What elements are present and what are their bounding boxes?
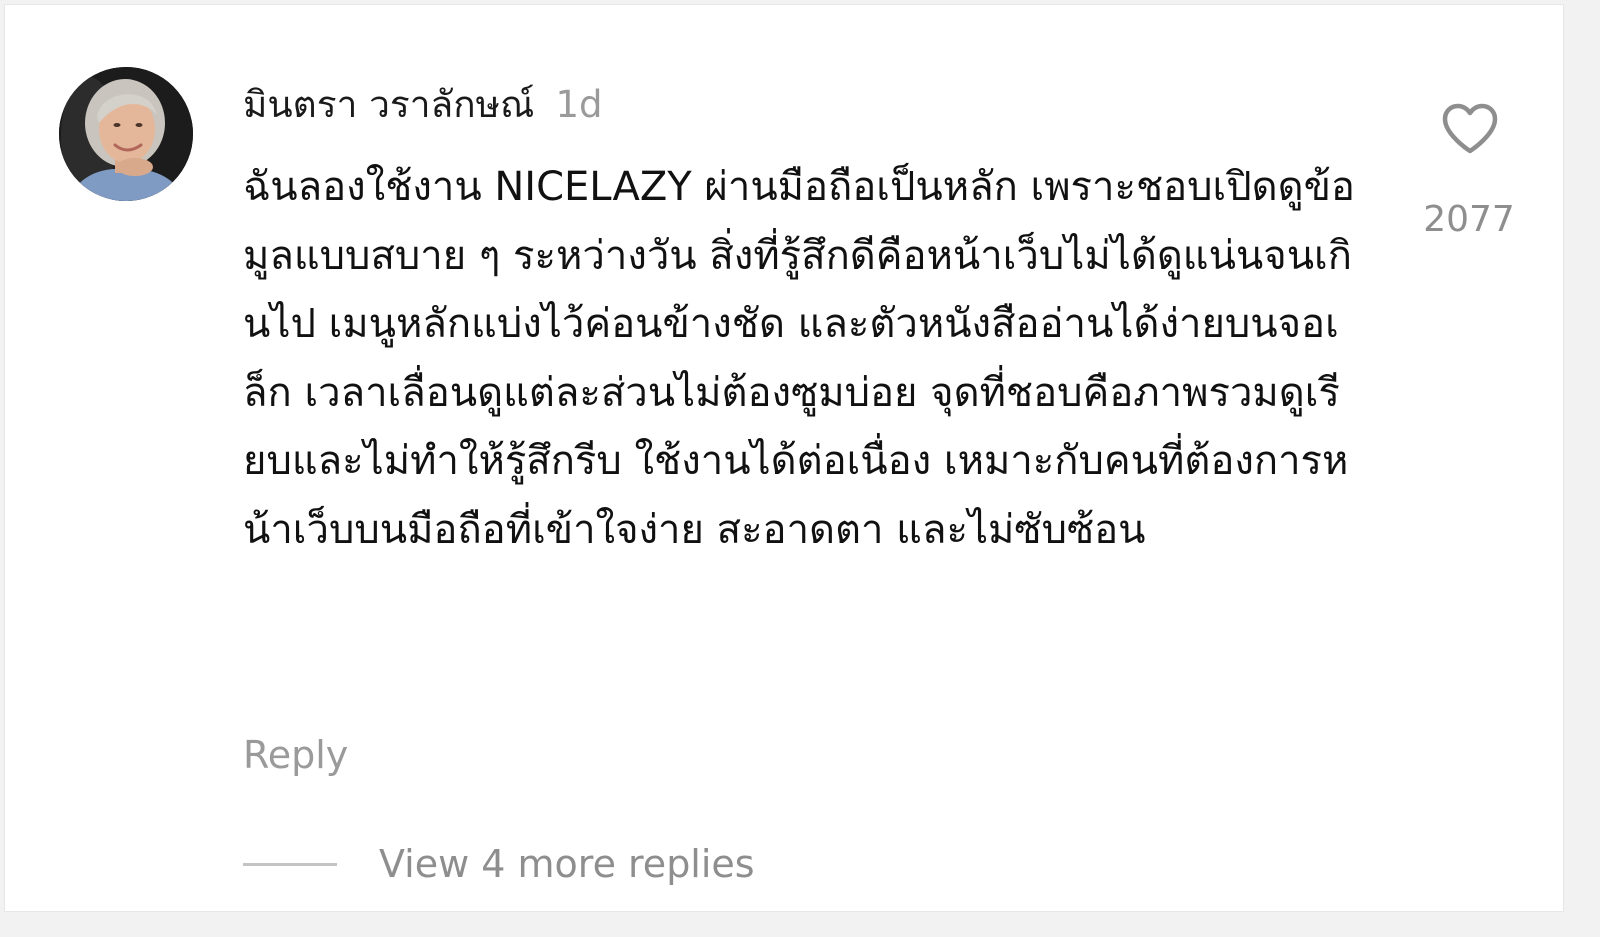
comment-card: มินตรา วราลักษณ์ 1d ฉันลองใช้งาน NICELAZ… (4, 4, 1564, 912)
comment-text: ฉันลองใช้งาน NICELAZY ผ่านมือถือเป็นหลัก… (243, 164, 1355, 553)
avatar[interactable] (59, 67, 193, 201)
view-replies-label: View 4 more replies (379, 842, 755, 886)
heart-outline-icon (1442, 103, 1498, 154)
replies-divider-line (243, 862, 337, 866)
like-count: 2077 (1423, 199, 1515, 240)
reply-button[interactable]: Reply (243, 733, 348, 777)
username[interactable]: มินตรา วราลักษณ์ (243, 83, 534, 126)
timestamp: 1d (555, 83, 603, 126)
like-button[interactable] (1441, 103, 1499, 155)
comment-header: มินตรา วราลักษณ์ 1d (243, 75, 602, 129)
view-more-replies-button[interactable]: View 4 more replies (243, 837, 755, 891)
avatar-photo (59, 67, 193, 201)
